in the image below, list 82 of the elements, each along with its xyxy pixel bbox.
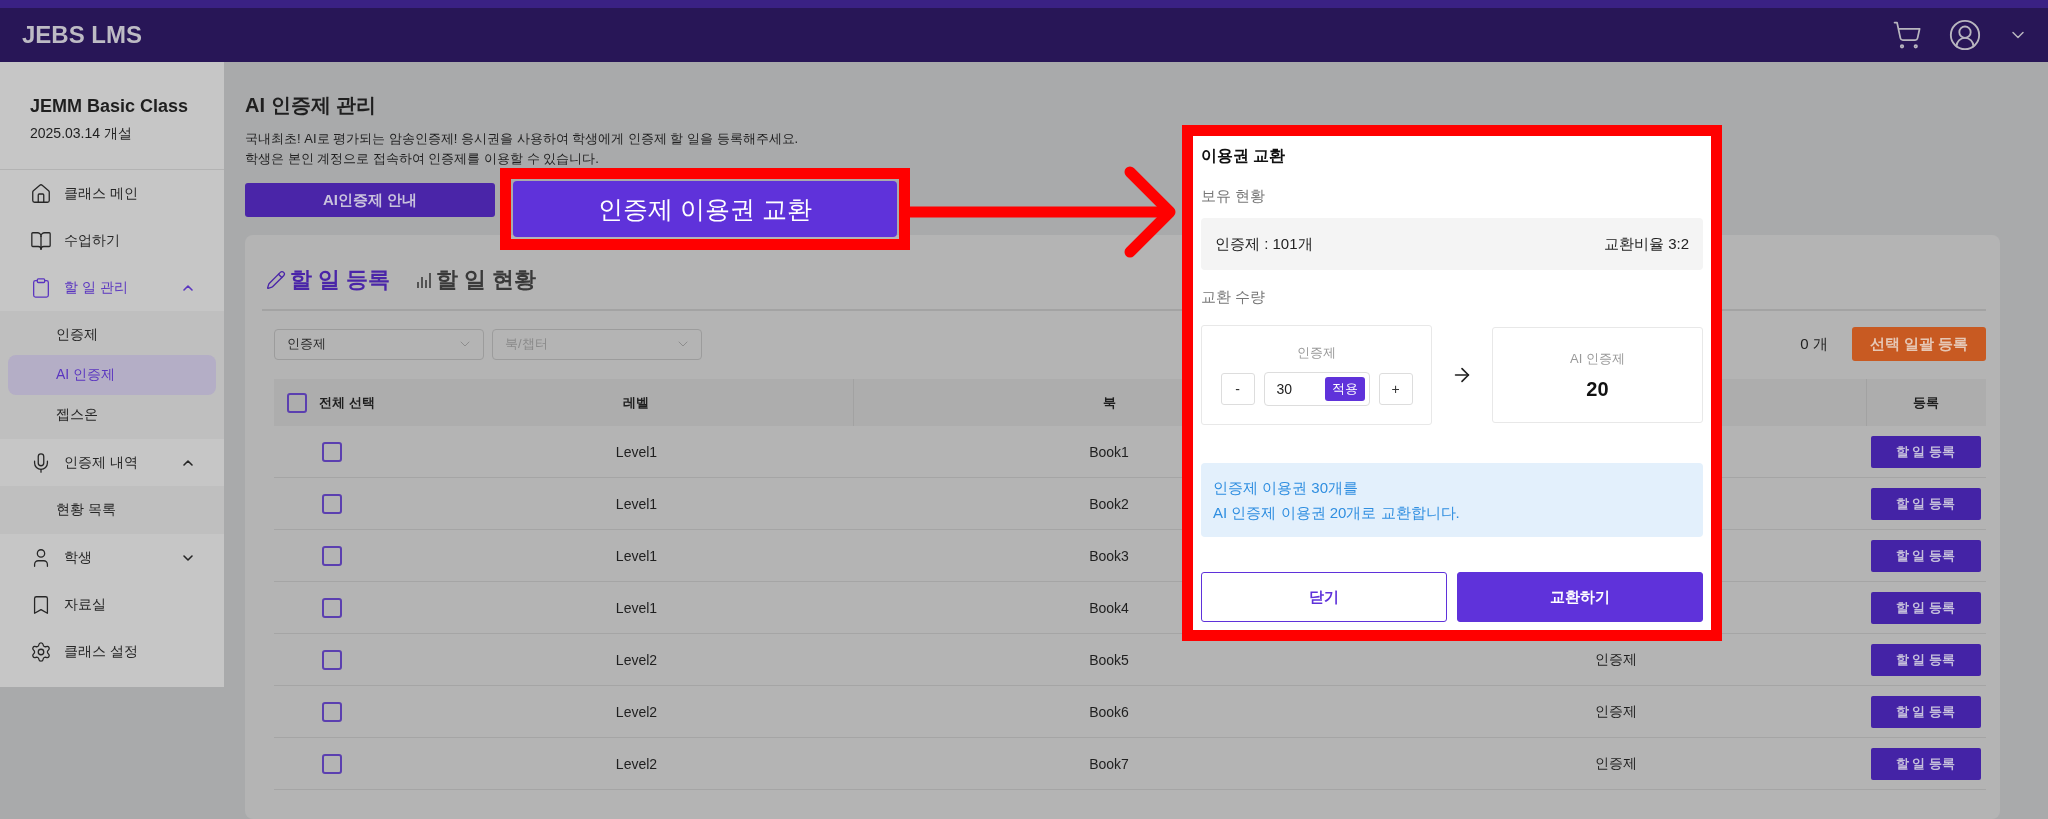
section-label: 보유 현황 (1201, 187, 1267, 206)
pencil-icon (266, 270, 286, 290)
checkbox[interactable] (322, 597, 342, 618)
table-cell: Book2 (1089, 495, 1129, 512)
checkbox[interactable] (287, 392, 307, 413)
sidebar-item[interactable]: 인증제 내역 (0, 439, 224, 486)
notice-text: AI 인증제 이용권 20개로 교환합니다. (1213, 503, 1460, 523)
table-cell: Level1 (615, 599, 658, 616)
table-cell: Book1 (1089, 443, 1129, 460)
bar-chart-icon (416, 271, 433, 289)
cart-icon[interactable] (1892, 20, 1922, 50)
table-cell: Book5 (1089, 651, 1129, 668)
table-cell: Book7 (1089, 755, 1129, 772)
notice-text: 인증제 이용권 30개를 (1213, 478, 1359, 498)
sidebar-item[interactable]: 수업하기 (0, 217, 224, 264)
checkbox[interactable] (322, 649, 342, 670)
table-cell: Level2 (615, 755, 658, 772)
card-label: 인증제 (1297, 344, 1337, 362)
increment-button[interactable]: + (1378, 373, 1413, 405)
settings-icon (30, 640, 52, 663)
register-task-button[interactable]: 할 일 등록 (1870, 435, 1981, 468)
table-cell: Level1 (615, 443, 658, 460)
result-value: 20 (1586, 377, 1609, 401)
table-cell: Book4 (1089, 599, 1129, 616)
checkbox[interactable] (322, 493, 342, 514)
sidebar-subitem[interactable]: 젭스온 (8, 395, 216, 435)
select-all-label: 전체 선택 (319, 393, 375, 412)
tab[interactable]: 할 일 등록 (266, 265, 391, 295)
register-task-button[interactable]: 할 일 등록 (1870, 539, 1981, 572)
table-cell: Level2 (615, 651, 658, 668)
quantity-field[interactable]: 30 적용 (1263, 372, 1370, 406)
class-name: JEMM Basic Class (30, 96, 190, 117)
register-task-button[interactable]: 할 일 등록 (1870, 643, 1981, 676)
sidebar-subitem[interactable]: AI 인증제 (8, 355, 216, 395)
guide-button[interactable]: AI인증제 안내 (245, 183, 495, 217)
selected-count: 0 개 (1800, 334, 1828, 354)
sidebar-subitem[interactable]: 인증제 (8, 315, 216, 355)
exchange-button[interactable]: 교환하기 (1457, 572, 1703, 622)
table-cell: Book3 (1089, 547, 1129, 564)
description-text: 국내최초! AI로 평가되는 암송인증제! 응시권을 사용하여 학생에게 인증제 할 일을 등록해주세요. (245, 130, 799, 148)
table-cell: 인증제 (1594, 650, 1637, 669)
sidebar-item[interactable]: 클래스 메인 (0, 170, 224, 217)
checkbox[interactable] (322, 753, 342, 774)
card-label: AI 인증제 (1569, 349, 1625, 368)
sidebar-item[interactable]: 학생 (0, 534, 224, 581)
table-cell: Level1 (615, 547, 658, 564)
checkbox[interactable] (322, 545, 342, 566)
description-text: 학생은 본인 계정으로 접속하여 인증제를 이용할 수 있습니다. (245, 150, 599, 168)
logo[interactable]: JEBS LMS (22, 21, 143, 49)
table-cell: Level2 (615, 703, 658, 720)
register-task-button[interactable]: 할 일 등록 (1870, 487, 1981, 520)
user-avatar-icon[interactable] (1948, 18, 1982, 52)
table-cell: Book6 (1089, 703, 1129, 720)
table-cell: Level1 (615, 495, 658, 512)
column-header: 북 (1102, 393, 1116, 412)
sidebar-item[interactable]: 클래스 설정 (0, 628, 224, 675)
column-header: 등록 (1912, 393, 1939, 412)
home-icon (30, 182, 52, 205)
class-opened-date: 2025.03.14 개설 (30, 125, 133, 143)
close-button[interactable]: 닫기 (1201, 572, 1447, 622)
register-task-button[interactable]: 할 일 등록 (1870, 747, 1981, 780)
open-book-icon (30, 229, 52, 252)
register-task-button[interactable]: 할 일 등록 (1870, 591, 1981, 624)
table-cell: 인증제 (1594, 754, 1637, 773)
register-task-button[interactable]: 할 일 등록 (1870, 695, 1981, 728)
sidebar-item[interactable]: 할 일 관리 (0, 264, 224, 311)
sidebar-item[interactable]: 자료실 (0, 581, 224, 628)
section-label: 교환 수량 (1201, 288, 1267, 307)
checkbox[interactable] (322, 701, 342, 722)
page-title: AI 인증제 관리 (245, 93, 378, 118)
ticket-exchange-button[interactable]: 인증제 이용권 교환 (513, 181, 897, 237)
column-header: 레벨 (623, 393, 649, 412)
filter-dropdown[interactable]: 인증제 (274, 328, 484, 360)
clipboard-icon (30, 276, 52, 299)
exchange-ratio: 교환비율 3:2 (1603, 234, 1689, 254)
decrement-button[interactable]: - (1220, 373, 1255, 405)
checkbox[interactable] (322, 441, 342, 462)
table-cell: 인증제 (1594, 702, 1637, 721)
holdings-count: 인증제 : 101개 (1215, 234, 1313, 254)
dialog-title: 이용권 교환 (1201, 146, 1287, 166)
apply-button[interactable]: 적용 (1324, 377, 1365, 401)
tab[interactable]: 할 일 현황 (416, 265, 537, 295)
